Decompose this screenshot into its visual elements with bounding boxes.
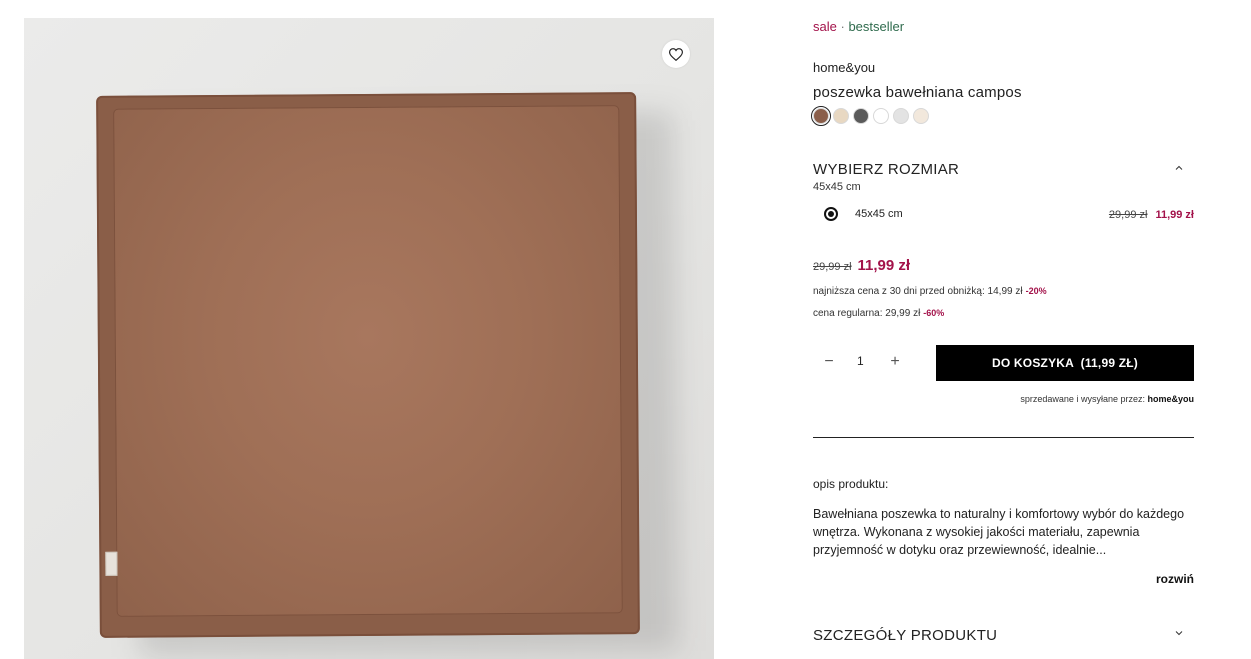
quantity-value[interactable]: 1: [857, 354, 864, 368]
pillow-panel: [114, 106, 622, 616]
regular-price-percent: -60%: [923, 308, 945, 318]
sale-tag[interactable]: sale: [813, 19, 837, 34]
seller-name[interactable]: home&you: [1147, 394, 1194, 404]
chevron-down-icon[interactable]: [1174, 628, 1184, 638]
size-old-price: 29,99 zł: [1108, 209, 1148, 221]
description-text: Bawełniana poszewka to naturalny i komfo…: [813, 507, 1185, 557]
wishlist-button[interactable]: [662, 40, 690, 68]
decrease-quantity-button[interactable]: −: [819, 352, 839, 372]
price-block: 29,99 zł 11,99 zł: [813, 257, 910, 275]
regular-price-label: cena regularna: 29,99 zł: [813, 308, 921, 319]
old-price: 29,99 zł: [813, 261, 852, 273]
size-option-prices: 29,99 zł 11,99 zł: [1109, 209, 1194, 221]
color-swatch[interactable]: [873, 108, 889, 124]
lowest-price-percent: -20%: [1025, 286, 1047, 296]
seller-info: sprzedawane i wysyłane przez: home&you: [1020, 394, 1194, 404]
color-swatch[interactable]: [811, 106, 831, 126]
size-option-label: 45x45 cm: [855, 208, 903, 220]
increase-quantity-button[interactable]: +: [885, 352, 905, 372]
size-option[interactable]: 45x45 cm 29,99 zł 11,99 zł: [824, 206, 1194, 226]
size-new-price: 11,99 zł: [1155, 209, 1194, 221]
section-divider: [813, 437, 1194, 438]
tag-separator: ·: [840, 19, 845, 34]
size-radio[interactable]: [824, 207, 838, 221]
expand-description-link[interactable]: rozwiń: [1156, 572, 1194, 586]
chevron-up-icon[interactable]: [1174, 163, 1184, 173]
heart-icon: [669, 47, 683, 61]
color-swatch[interactable]: [913, 108, 929, 124]
description-heading: opis produktu:: [813, 477, 889, 491]
pillow-tag: [105, 551, 118, 576]
lowest-price-label: najniższa cena z 30 dni przed obniżką: 1…: [813, 286, 1023, 297]
add-to-cart-button[interactable]: DO KOSZYKA (11,99 ZŁ): [936, 345, 1194, 381]
sale-price: 11,99 zł: [857, 257, 911, 274]
lowest-price-info: najniższa cena z 30 dni przed obniżką: 1…: [813, 286, 1047, 297]
seller-prefix: sprzedawane i wysyłane przez:: [1020, 394, 1145, 404]
color-swatch[interactable]: [853, 108, 869, 124]
color-swatch[interactable]: [833, 108, 849, 124]
product-image[interactable]: [24, 18, 714, 659]
size-section-title: WYBIERZ ROZMIAR: [813, 161, 960, 178]
quantity-stepper: − 1 +: [813, 352, 913, 372]
color-swatch[interactable]: [893, 108, 909, 124]
color-swatches: [811, 106, 929, 126]
bestseller-tag[interactable]: bestseller: [848, 19, 904, 34]
pillow-photo: [96, 92, 640, 638]
add-to-cart-label: DO KOSZYKA (11,99 ZŁ): [992, 356, 1138, 370]
product-tags: sale · bestseller: [813, 19, 904, 34]
regular-price-info: cena regularna: 29,99 zł -60%: [813, 308, 944, 319]
product-title: poszewka bawełniana campos: [813, 84, 1022, 101]
brand-name[interactable]: home&you: [813, 60, 875, 75]
selected-size: 45x45 cm: [813, 181, 861, 193]
size-section-header[interactable]: WYBIERZ ROZMIAR 45x45 cm: [813, 161, 1194, 193]
product-details-header[interactable]: SZCZEGÓŁY PRODUKTU: [813, 627, 997, 644]
